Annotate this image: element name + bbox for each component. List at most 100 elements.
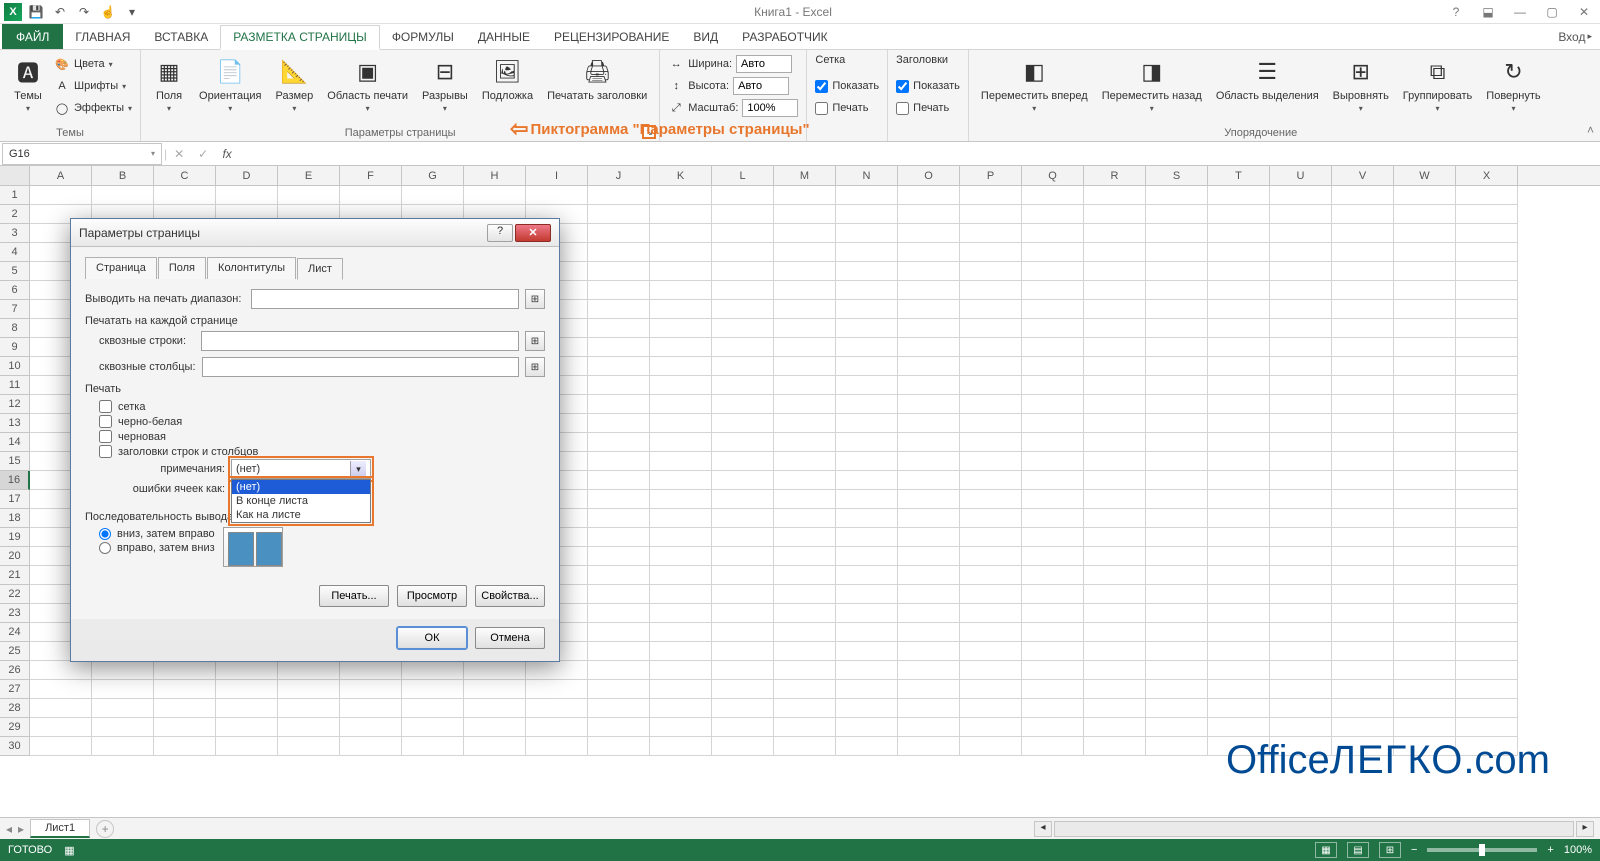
cell[interactable] (1332, 414, 1394, 433)
cell[interactable] (960, 376, 1022, 395)
cell[interactable] (712, 471, 774, 490)
select-all-corner[interactable] (0, 166, 30, 185)
cell[interactable] (1208, 509, 1270, 528)
cell[interactable] (774, 680, 836, 699)
cell[interactable] (650, 395, 712, 414)
row-header[interactable]: 21 (0, 566, 30, 585)
cell[interactable] (960, 357, 1022, 376)
height-input[interactable] (733, 77, 789, 95)
cell[interactable] (1146, 490, 1208, 509)
cell[interactable] (650, 319, 712, 338)
tab-file[interactable]: ФАЙЛ (2, 24, 63, 49)
cell[interactable] (1146, 547, 1208, 566)
cell[interactable] (960, 452, 1022, 471)
cell[interactable] (1394, 395, 1456, 414)
row-header[interactable]: 12 (0, 395, 30, 414)
cell[interactable] (1022, 357, 1084, 376)
cell[interactable] (1022, 300, 1084, 319)
cell[interactable] (960, 224, 1022, 243)
cell[interactable] (1332, 433, 1394, 452)
margins-button[interactable]: ▦Поля▾ (149, 54, 189, 115)
cell[interactable] (402, 186, 464, 205)
cell[interactable] (650, 737, 712, 756)
cell[interactable] (1146, 737, 1208, 756)
cell[interactable] (650, 680, 712, 699)
cell[interactable] (1146, 680, 1208, 699)
row-header[interactable]: 26 (0, 661, 30, 680)
cell[interactable] (1394, 699, 1456, 718)
enter-formula-icon[interactable]: ✓ (191, 147, 215, 161)
zoom-slider[interactable] (1427, 848, 1537, 852)
hscroll-track[interactable] (1054, 821, 1574, 837)
tab-developer[interactable]: РАЗРАБОТЧИК (730, 24, 840, 49)
cell[interactable] (1332, 319, 1394, 338)
cell[interactable] (898, 718, 960, 737)
cell[interactable] (1022, 281, 1084, 300)
cell[interactable] (1146, 262, 1208, 281)
cell[interactable] (836, 186, 898, 205)
cell[interactable] (1332, 718, 1394, 737)
cell[interactable] (774, 547, 836, 566)
row-header[interactable]: 30 (0, 737, 30, 756)
row-header[interactable]: 6 (0, 281, 30, 300)
cell[interactable] (1208, 376, 1270, 395)
cell[interactable] (960, 338, 1022, 357)
cell[interactable] (1208, 338, 1270, 357)
cell[interactable] (836, 490, 898, 509)
cell[interactable] (464, 680, 526, 699)
cell[interactable] (898, 281, 960, 300)
column-header[interactable]: R (1084, 166, 1146, 185)
column-header[interactable]: M (774, 166, 836, 185)
cell[interactable] (960, 319, 1022, 338)
cell[interactable] (278, 661, 340, 680)
cell[interactable] (960, 509, 1022, 528)
effects-button[interactable]: ◯Эффекты▾ (54, 98, 132, 118)
cell[interactable] (154, 186, 216, 205)
cell[interactable] (650, 718, 712, 737)
cell[interactable] (1456, 376, 1518, 395)
cell[interactable] (1146, 281, 1208, 300)
cell[interactable] (1332, 243, 1394, 262)
cell[interactable] (650, 414, 712, 433)
cell[interactable] (774, 338, 836, 357)
hscroll-right-icon[interactable]: ▸ (1576, 821, 1594, 837)
cell[interactable] (1208, 661, 1270, 680)
cell[interactable] (1022, 604, 1084, 623)
cell[interactable] (588, 471, 650, 490)
cell[interactable] (1270, 471, 1332, 490)
cell[interactable] (1270, 566, 1332, 585)
cell[interactable] (898, 357, 960, 376)
cell[interactable] (588, 509, 650, 528)
cell[interactable] (1332, 642, 1394, 661)
cell[interactable] (650, 243, 712, 262)
cell[interactable] (712, 737, 774, 756)
qat-save-icon[interactable]: 💾 (26, 2, 46, 22)
cell[interactable] (588, 623, 650, 642)
cell[interactable] (1208, 243, 1270, 262)
cell[interactable] (1084, 490, 1146, 509)
cell[interactable] (1022, 490, 1084, 509)
cell[interactable] (650, 642, 712, 661)
cell[interactable] (1084, 452, 1146, 471)
cell[interactable] (1270, 319, 1332, 338)
cell[interactable] (836, 433, 898, 452)
cell[interactable] (1146, 414, 1208, 433)
cell[interactable] (1084, 471, 1146, 490)
cell[interactable] (1270, 205, 1332, 224)
row-header[interactable]: 10 (0, 357, 30, 376)
print-range-ref-button[interactable]: ⊞ (525, 289, 545, 309)
tab-insert[interactable]: ВСТАВКА (142, 24, 220, 49)
cell[interactable] (960, 680, 1022, 699)
cell[interactable] (774, 585, 836, 604)
column-header[interactable]: T (1208, 166, 1270, 185)
cell[interactable] (1332, 186, 1394, 205)
cell[interactable] (712, 243, 774, 262)
cell[interactable] (774, 642, 836, 661)
cell[interactable] (526, 699, 588, 718)
cell[interactable] (960, 186, 1022, 205)
cell[interactable] (1394, 585, 1456, 604)
print-range-input[interactable] (251, 289, 519, 309)
headings-print-checkbox[interactable] (896, 102, 909, 115)
cell[interactable] (836, 737, 898, 756)
cell[interactable] (712, 585, 774, 604)
